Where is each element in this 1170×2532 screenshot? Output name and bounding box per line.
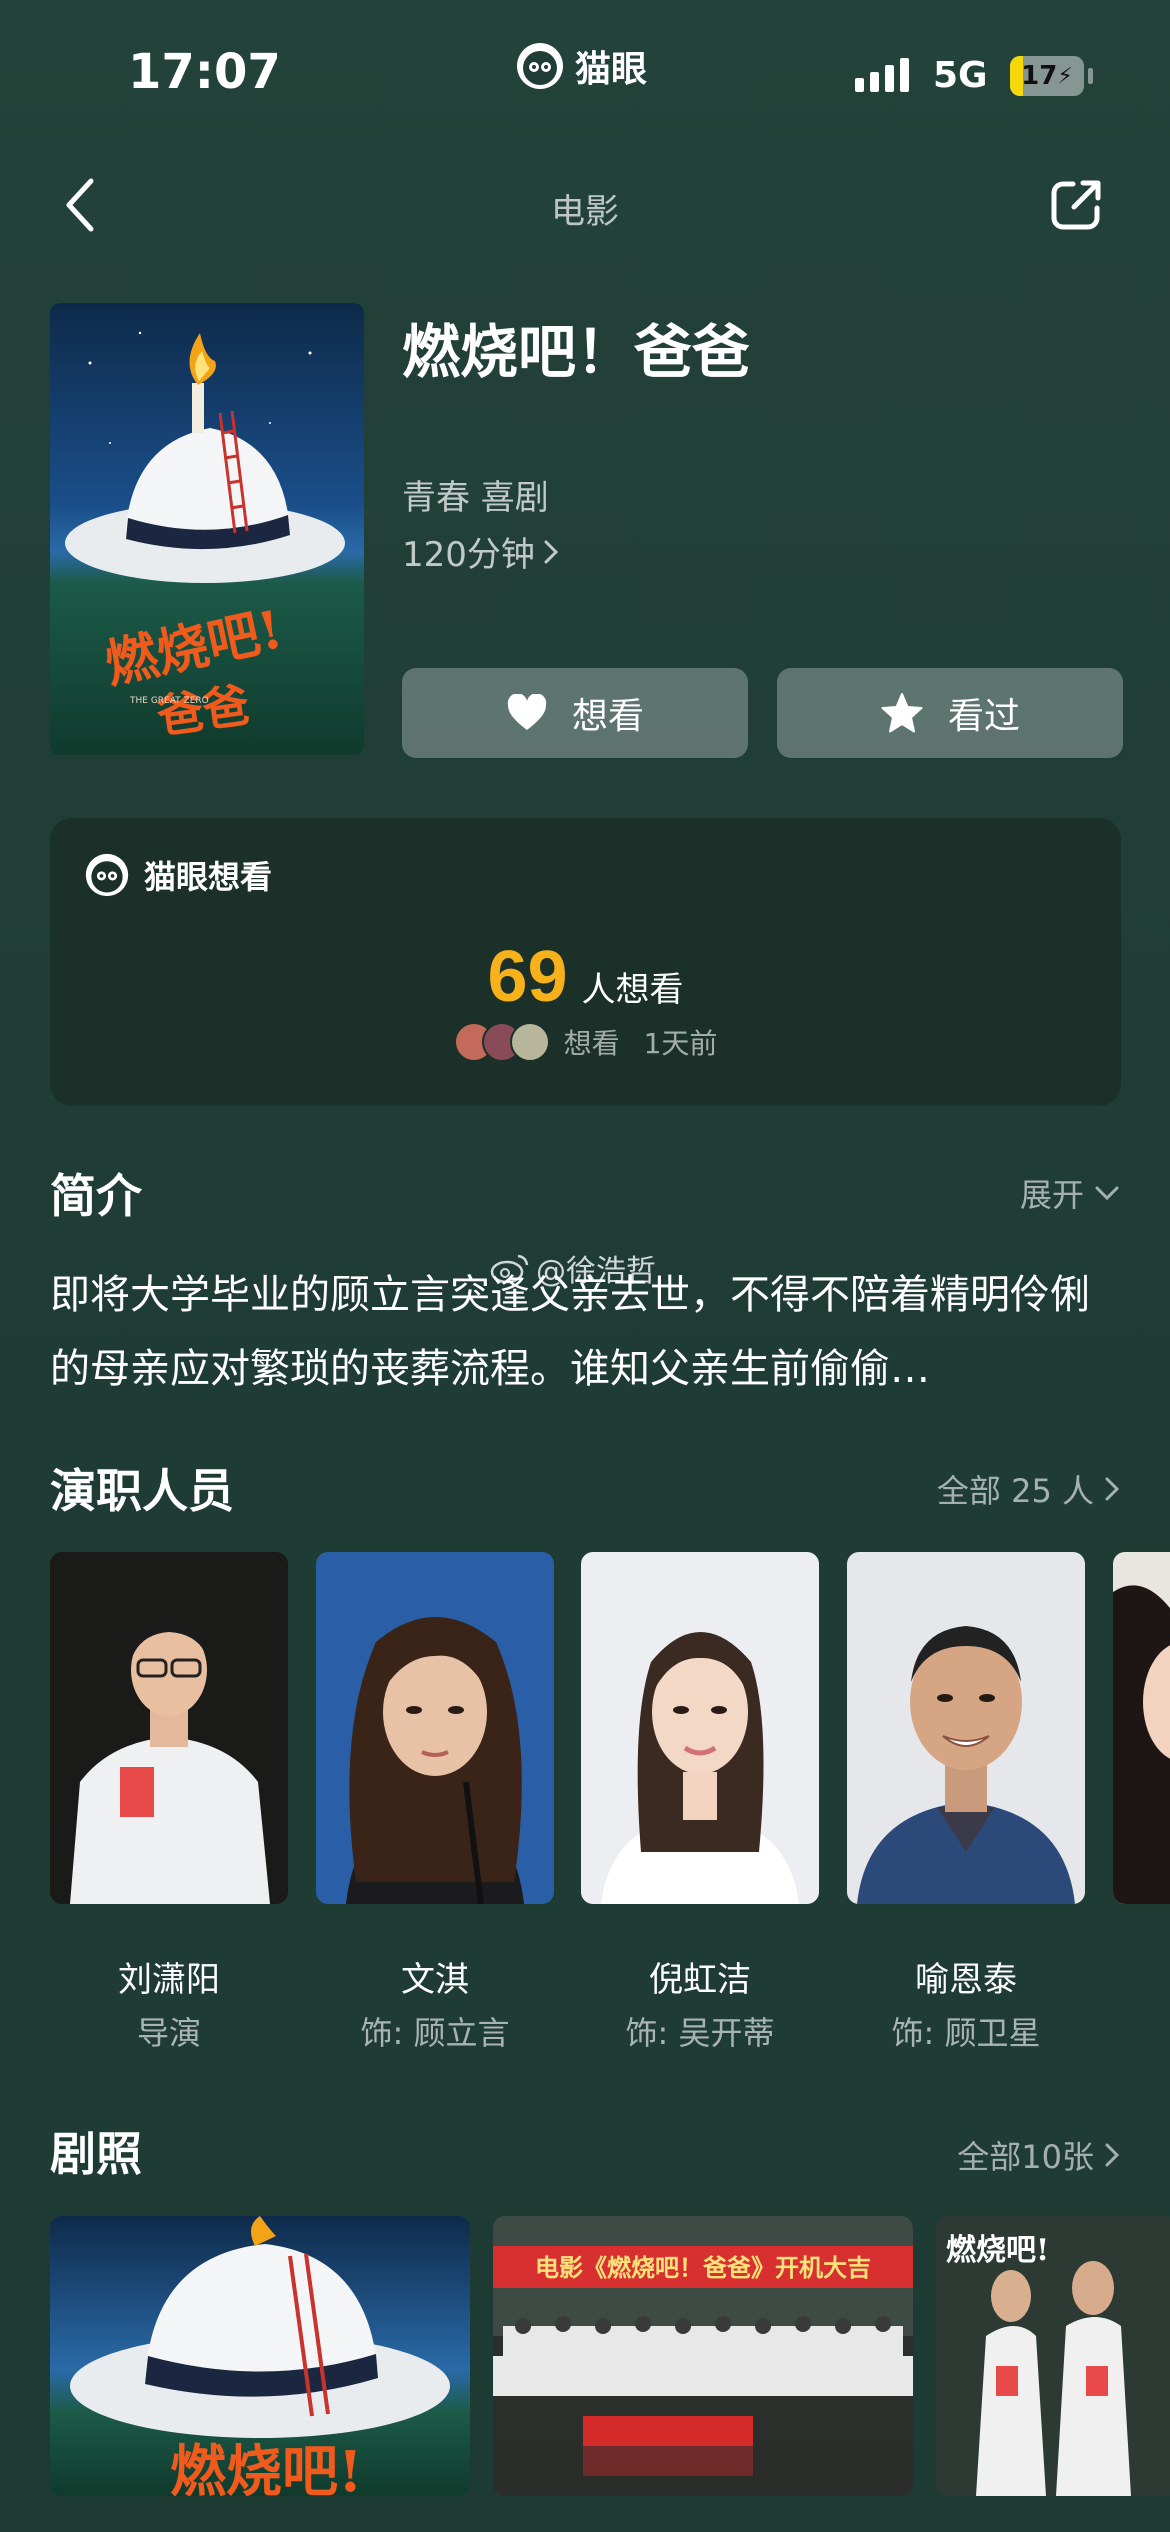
- cast-title: 演职人员: [50, 1464, 234, 1518]
- cast-role: 饰: 吴开蒂: [625, 2014, 775, 2052]
- recent-wanters-avatars: [453, 1022, 550, 1062]
- cellular-signal-icon: [855, 58, 909, 92]
- network-type: 5G: [933, 55, 988, 96]
- recent-time: 1天前: [643, 1027, 718, 1060]
- want-card-header: 猫眼想看: [84, 852, 272, 898]
- synopsis-title: 简介: [50, 1169, 142, 1223]
- cast-see-all-button[interactable]: 全部 25 人: [937, 1466, 1120, 1512]
- star-icon: [881, 693, 923, 733]
- avatar: [509, 1022, 550, 1062]
- duration-text: 120分钟: [402, 535, 535, 575]
- cast-card[interactable]: 文淇 饰: 顾立言: [316, 1552, 554, 2052]
- cast-card[interactable]: 刘潇阳 导演: [50, 1552, 288, 2052]
- cast-photo: [581, 1552, 819, 1904]
- svg-text:燃烧吧!: 燃烧吧!: [170, 2439, 363, 2496]
- watched-button[interactable]: 看过: [777, 668, 1123, 758]
- chevron-down-icon: [1095, 1186, 1119, 1201]
- want-count-row: 69 人想看: [50, 936, 1121, 1018]
- chevron-right-icon: [1105, 2143, 1120, 2167]
- battery-cap: [1088, 68, 1093, 84]
- movie-title: 燃烧吧！爸爸: [402, 318, 751, 386]
- want-to-watch-label: 想看: [571, 696, 644, 737]
- stills-title: 剧照: [50, 2127, 142, 2181]
- movie-duration[interactable]: 120分钟: [402, 527, 559, 576]
- cast-role: 饰: 顾立言: [360, 2014, 510, 2052]
- cast-card[interactable]: 喻恩泰 饰: 顾卫星: [847, 1552, 1085, 2052]
- svg-text:THE GREAT ZERO: THE GREAT ZERO: [129, 696, 209, 706]
- want-count-label: 人想看: [581, 970, 684, 1010]
- want-card-title: 猫眼想看: [144, 858, 273, 896]
- battery-icon: 17 ⚡: [1010, 56, 1084, 96]
- chevron-right-icon: [1105, 1477, 1120, 1501]
- cast-name: 刘潇阳: [118, 1960, 220, 2000]
- top-nav: 电影: [0, 160, 1170, 250]
- synopsis-expand-button[interactable]: 展开: [1020, 1170, 1120, 1216]
- cast-photo: [1113, 1552, 1170, 1904]
- cast-name: 倪虹洁: [649, 1960, 751, 2000]
- share-button[interactable]: [1045, 174, 1107, 236]
- want-count: 69: [487, 937, 568, 1017]
- cast-photo: [50, 1552, 288, 1904]
- stills-more-label: 全部10张: [957, 2138, 1094, 2176]
- cast-name: 喻恩泰: [915, 1960, 1017, 2000]
- maoyan-cat-icon: [517, 43, 563, 89]
- app-logo: 猫眼: [515, 40, 647, 92]
- cast-name: 文淇: [401, 1960, 469, 2000]
- still-image[interactable]: 燃烧吧!: [936, 2216, 1170, 2496]
- cast-card[interactable]: 倪虹洁 饰: 吴开蒂: [581, 1552, 819, 2052]
- want-to-watch-button[interactable]: 想看: [402, 668, 748, 758]
- want-to-watch-card: 猫眼想看 69 人想看 想看 1天前: [50, 818, 1121, 1106]
- still-image[interactable]: 燃烧吧!: [50, 2216, 470, 2496]
- maoyan-cat-icon: [85, 853, 129, 897]
- still-banner-text: 电影《燃烧吧！爸爸》开机大吉: [535, 2254, 871, 2282]
- cast-more-label: 全部 25 人: [936, 1472, 1094, 1510]
- cast-photo: [847, 1552, 1085, 1904]
- expand-label: 展开: [1019, 1176, 1084, 1214]
- stills-list: 燃烧吧! 电影《燃烧吧！爸爸》开机大吉 燃烧吧!: [50, 2216, 1170, 2496]
- heart-icon: [507, 694, 547, 730]
- watermark-text: @徐浩哲: [536, 1254, 656, 1289]
- poster-art: 燃烧吧! 爸爸 THE GREAT ZERO: [50, 303, 364, 755]
- app-logo-text: 猫眼: [575, 49, 648, 90]
- cast-role: 饰: 顾卫星: [891, 2014, 1041, 2052]
- weibo-watermark: @徐浩哲: [490, 1246, 656, 1290]
- share-icon: [1051, 180, 1101, 230]
- chevron-right-icon: [544, 540, 559, 563]
- svg-text:燃烧吧!: 燃烧吧!: [946, 2233, 1049, 2268]
- status-bar: 17:07 猫眼 5G 17 ⚡: [0, 0, 1170, 150]
- movie-detail-page: 17:07 猫眼 5G 17 ⚡ 电影 燃烧吧! 爸爸 THE GREAT ZE…: [0, 0, 1170, 2532]
- recent-wanters-row[interactable]: 想看 1天前: [50, 1022, 1121, 1062]
- cast-photo: [316, 1552, 554, 1904]
- recent-action: 想看: [563, 1027, 620, 1060]
- movie-genres: 青春 喜剧: [402, 478, 549, 518]
- cast-card[interactable]: [1113, 1552, 1170, 1904]
- battery-level: 17 ⚡: [1021, 61, 1073, 91]
- weibo-icon: [490, 1254, 529, 1284]
- still-image[interactable]: 电影《燃烧吧！爸爸》开机大吉: [493, 2216, 913, 2496]
- stills-see-all-button[interactable]: 全部10张: [957, 2132, 1120, 2178]
- status-time: 17:07: [128, 44, 281, 100]
- cast-role: 导演: [136, 2014, 201, 2052]
- movie-poster[interactable]: 燃烧吧! 爸爸 THE GREAT ZERO: [50, 303, 364, 755]
- cast-list: 刘潇阳 导演 文淇 饰: 顾立言 倪虹洁 饰: 吴开蒂 喻恩泰 饰: 顾卫星: [50, 1552, 1170, 2072]
- nav-title: 电影: [551, 192, 619, 232]
- watched-label: 看过: [947, 696, 1020, 737]
